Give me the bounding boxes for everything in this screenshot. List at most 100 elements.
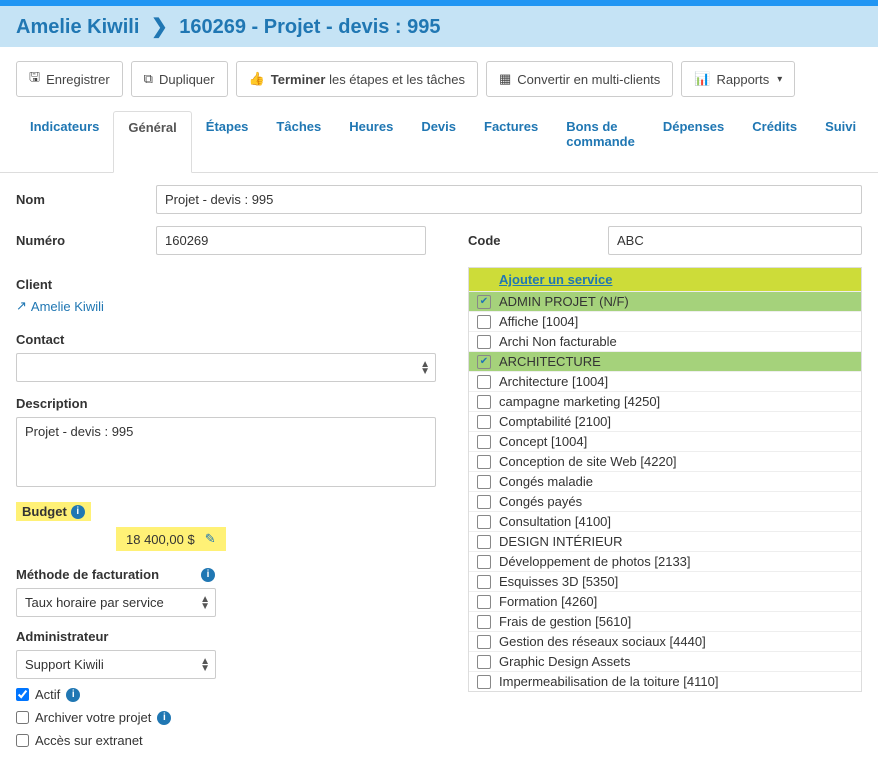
- reports-button[interactable]: 📊 Rapports ▾: [681, 61, 795, 97]
- breadcrumb-project: 160269 - Projet - devis : 995: [179, 16, 440, 38]
- tab-général[interactable]: Général: [113, 111, 191, 173]
- tab-indicateurs[interactable]: Indicateurs: [16, 111, 113, 172]
- service-row[interactable]: Frais de gestion [5610]: [469, 611, 861, 631]
- add-service-link[interactable]: Ajouter un service: [499, 272, 612, 287]
- service-checkbox[interactable]: [477, 615, 491, 629]
- tab-crédits[interactable]: Crédits: [738, 111, 811, 172]
- service-row[interactable]: Impermeabilisation de la toiture [4110]: [469, 671, 861, 691]
- service-checkbox[interactable]: [477, 475, 491, 489]
- description-textarea[interactable]: [16, 417, 436, 487]
- service-row[interactable]: ADMIN PROJET (N/F): [469, 291, 861, 311]
- billing-method-select[interactable]: [16, 588, 216, 617]
- tab-factures[interactable]: Factures: [470, 111, 552, 172]
- service-row[interactable]: Développement de photos [2133]: [469, 551, 861, 571]
- service-checkbox[interactable]: [477, 575, 491, 589]
- service-checkbox[interactable]: [477, 395, 491, 409]
- service-label: Développement de photos [2133]: [499, 554, 691, 569]
- admin-select[interactable]: [16, 650, 216, 679]
- active-checkbox[interactable]: [16, 688, 29, 701]
- duplicate-button[interactable]: ⧉ Dupliquer: [131, 61, 228, 97]
- service-checkbox[interactable]: [477, 675, 491, 689]
- service-row[interactable]: ARCHITECTURE: [469, 351, 861, 371]
- service-row[interactable]: Conception de site Web [4220]: [469, 451, 861, 471]
- tab-bons-de-commande[interactable]: Bons de commande: [552, 111, 649, 172]
- extranet-checkbox[interactable]: [16, 734, 29, 747]
- service-checkbox[interactable]: [477, 375, 491, 389]
- tab-étapes[interactable]: Étapes: [192, 111, 263, 172]
- service-checkbox[interactable]: [477, 555, 491, 569]
- service-checkbox[interactable]: [477, 495, 491, 509]
- service-row[interactable]: Congés payés: [469, 491, 861, 511]
- label-admin: Administrateur: [16, 629, 456, 644]
- breadcrumb-client[interactable]: Amelie Kiwili: [16, 16, 139, 38]
- service-row[interactable]: Formation [4260]: [469, 591, 861, 611]
- info-icon[interactable]: i: [66, 688, 80, 702]
- service-checkbox[interactable]: [477, 455, 491, 469]
- row-archive: Archiver votre projet i: [16, 710, 456, 725]
- tab-charge-de-travail[interactable]: Charge de travail: [870, 111, 878, 172]
- service-panel: Ajouter un service ADMIN PROJET (N/F)Aff…: [468, 267, 862, 692]
- row-extranet: Accès sur extranet: [16, 733, 456, 748]
- service-row[interactable]: Graphic Design Assets: [469, 651, 861, 671]
- save-button[interactable]: 🖫 Enregistrer: [16, 61, 123, 97]
- right-column: Ajouter un service ADMIN PROJET (N/F)Aff…: [468, 267, 862, 748]
- service-checkbox[interactable]: [477, 335, 491, 349]
- chevron-right-icon: ❯: [151, 16, 168, 38]
- code-input[interactable]: [608, 226, 862, 255]
- info-icon[interactable]: i: [71, 505, 85, 519]
- caret-down-icon: ▾: [777, 74, 782, 85]
- service-checkbox[interactable]: [477, 435, 491, 449]
- service-checkbox[interactable]: [477, 415, 491, 429]
- service-checkbox[interactable]: [477, 635, 491, 649]
- active-label: Actif: [35, 687, 60, 702]
- service-row[interactable]: Architecture [1004]: [469, 371, 861, 391]
- archive-checkbox[interactable]: [16, 711, 29, 724]
- label-billing-method: Méthode de facturation i: [16, 567, 456, 582]
- service-checkbox[interactable]: [477, 515, 491, 529]
- service-row[interactable]: DESIGN INTÉRIEUR: [469, 531, 861, 551]
- service-list: ADMIN PROJET (N/F)Affiche [1004] Archi No…: [469, 291, 861, 691]
- row-active: Actif i: [16, 687, 456, 702]
- tab-dépenses[interactable]: Dépenses: [649, 111, 738, 172]
- service-row[interactable]: Comptabilité [2100]: [469, 411, 861, 431]
- service-checkbox[interactable]: [477, 535, 491, 549]
- service-label: Frais de gestion [5610]: [499, 614, 631, 629]
- edit-icon[interactable]: ✎: [205, 531, 216, 547]
- service-row[interactable]: Congés maladie: [469, 471, 861, 491]
- service-label: Impermeabilisation de la toiture [4110]: [499, 674, 718, 689]
- service-checkbox[interactable]: [477, 655, 491, 669]
- service-checkbox[interactable]: [477, 315, 491, 329]
- service-row[interactable]: Esquisses 3D [5350]: [469, 571, 861, 591]
- service-row[interactable]: campagne marketing [4250]: [469, 391, 861, 411]
- contact-select[interactable]: [16, 353, 436, 382]
- billing-method-select-wrapper: ▲▼: [16, 588, 216, 617]
- info-icon[interactable]: i: [201, 568, 215, 582]
- service-label: Concept [1004]: [499, 434, 587, 449]
- tab-suivi[interactable]: Suivi: [811, 111, 870, 172]
- service-row[interactable]: Gestion des réseaux sociaux [4440]: [469, 631, 861, 651]
- left-column: Client ↗ Amelie Kiwili Contact ▲▼ Descri…: [16, 267, 456, 748]
- service-row[interactable]: Consultation [4100]: [469, 511, 861, 531]
- service-checkbox[interactable]: [477, 595, 491, 609]
- tab-tâches[interactable]: Tâches: [262, 111, 335, 172]
- number-input[interactable]: [156, 226, 426, 255]
- service-checkbox[interactable]: [477, 355, 491, 369]
- service-label: Archi Non facturable: [499, 334, 617, 349]
- service-row[interactable]: Affiche [1004]: [469, 311, 861, 331]
- service-row[interactable]: Concept [1004]: [469, 431, 861, 451]
- finish-button[interactable]: 👍 Terminer les étapes et les tâches: [236, 61, 478, 97]
- convert-button[interactable]: ▦ Convertir en multi-clients: [486, 61, 673, 97]
- service-checkbox[interactable]: [477, 295, 491, 309]
- thumbs-up-icon: 👍: [249, 71, 265, 87]
- tab-heures[interactable]: Heures: [335, 111, 407, 172]
- budget-value-box: 18 400,00 $ ✎: [116, 527, 226, 551]
- name-input[interactable]: [156, 185, 862, 214]
- service-label: campagne marketing [4250]: [499, 394, 660, 409]
- info-icon[interactable]: i: [157, 711, 171, 725]
- service-label: Congés payés: [499, 494, 582, 509]
- service-row[interactable]: Archi Non facturable: [469, 331, 861, 351]
- chart-icon: 📊: [694, 71, 710, 87]
- breadcrumb: Amelie Kiwili ❯ 160269 - Projet - devis …: [0, 6, 878, 47]
- client-link[interactable]: ↗ Amelie Kiwili: [16, 298, 104, 314]
- tab-devis[interactable]: Devis: [407, 111, 470, 172]
